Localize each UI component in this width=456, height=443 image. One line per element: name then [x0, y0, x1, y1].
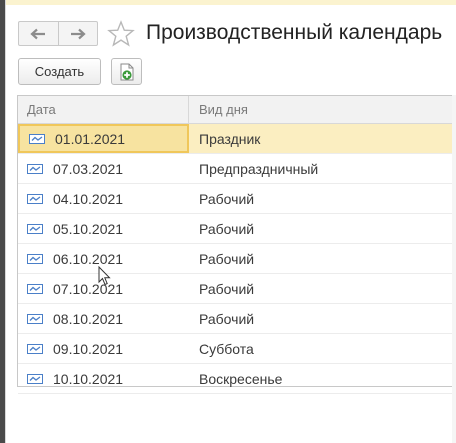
table-row[interactable]: 10.10.2021 Воскресенье: [18, 364, 456, 394]
create-button-label: Создать: [34, 64, 85, 79]
create-button[interactable]: Создать: [18, 58, 101, 85]
day-kind-cell: Воскресенье: [189, 364, 456, 393]
table-row[interactable]: 09.10.2021 Суббота: [18, 334, 456, 364]
top-highlight-strip: [0, 0, 456, 5]
day-kind-value: Рабочий: [199, 250, 255, 267]
date-value: 04.10.2021: [53, 190, 124, 207]
record-icon: [27, 253, 43, 264]
left-window-edge-line: [5, 0, 6, 443]
day-kind-value: Рабочий: [199, 310, 255, 327]
day-kind-value: Предпраздничный: [199, 160, 319, 177]
table-row[interactable]: 07.03.2021 Предпраздничный: [18, 154, 456, 184]
day-kind-cell: Суббота: [189, 334, 456, 363]
forward-button[interactable]: [57, 22, 98, 45]
day-kind-cell: Праздник: [189, 124, 456, 153]
table-row[interactable]: 08.10.2021 Рабочий: [18, 304, 456, 334]
mouse-cursor-icon: [98, 266, 111, 286]
date-cell: 08.10.2021: [18, 304, 189, 333]
record-icon: [27, 343, 43, 354]
date-value: 07.10.2021: [53, 280, 124, 297]
table-header: Дата Вид дня: [18, 96, 456, 124]
date-cell: 01.01.2021: [18, 124, 189, 153]
date-value: 09.10.2021: [53, 340, 124, 357]
calendar-table: Дата Вид дня 01.01.2021 Праздник 07.03.202…: [17, 95, 456, 394]
date-cell: 05.10.2021: [18, 214, 189, 243]
add-document-icon: [120, 63, 133, 80]
table-row[interactable]: 01.01.2021 Праздник: [18, 124, 456, 154]
day-kind-value: Воскресенье: [199, 370, 283, 387]
table-row[interactable]: 07.10.2021 Рабочий: [18, 274, 456, 304]
date-value: 07.03.2021: [53, 160, 124, 177]
table-row[interactable]: 04.10.2021 Рабочий: [18, 184, 456, 214]
day-kind-cell: Рабочий: [189, 184, 456, 213]
record-icon: [27, 373, 43, 384]
table-row[interactable]: 05.10.2021 Рабочий: [18, 214, 456, 244]
date-cell: 04.10.2021: [18, 184, 189, 213]
record-icon: [27, 283, 43, 294]
arrow-right-icon: [70, 28, 86, 39]
date-value: 08.10.2021: [53, 310, 124, 327]
day-kind-value: Суббота: [199, 340, 254, 357]
day-kind-cell: Рабочий: [189, 214, 456, 243]
record-icon: [29, 133, 45, 144]
column-header-date[interactable]: Дата: [18, 96, 189, 123]
record-icon: [27, 193, 43, 204]
date-value: 05.10.2021: [53, 220, 124, 237]
arrow-left-icon: [30, 28, 46, 39]
day-kind-value: Праздник: [199, 130, 261, 147]
day-kind-cell: Рабочий: [189, 244, 456, 273]
table-body: 01.01.2021 Праздник 07.03.2021 Предпразднич…: [18, 124, 456, 394]
day-kind-value: Рабочий: [199, 220, 255, 237]
day-kind-cell: Рабочий: [189, 304, 456, 333]
add-document-button[interactable]: [111, 58, 142, 85]
date-value: 01.01.2021: [55, 130, 126, 147]
page-title: Производственный календарь: [146, 21, 443, 44]
column-header-day-kind[interactable]: Вид дня: [189, 96, 456, 123]
date-value: 06.10.2021: [53, 250, 124, 267]
date-cell: 10.10.2021: [18, 364, 189, 393]
record-icon: [27, 313, 43, 324]
star-icon[interactable]: [107, 20, 135, 47]
navigation-buttons: [18, 21, 98, 46]
record-icon: [27, 163, 43, 174]
record-icon: [27, 223, 43, 234]
day-kind-value: Рабочий: [199, 190, 255, 207]
right-scroll-strip: [452, 95, 456, 443]
day-kind-cell: Предпраздничный: [189, 154, 456, 183]
table-row[interactable]: 06.10.2021 Рабочий: [18, 244, 456, 274]
date-cell: 09.10.2021: [18, 334, 189, 363]
date-cell: 07.03.2021: [18, 154, 189, 183]
day-kind-cell: Рабочий: [189, 274, 456, 303]
back-button[interactable]: [19, 22, 58, 45]
date-value: 10.10.2021: [53, 370, 124, 387]
day-kind-value: Рабочий: [199, 280, 255, 297]
